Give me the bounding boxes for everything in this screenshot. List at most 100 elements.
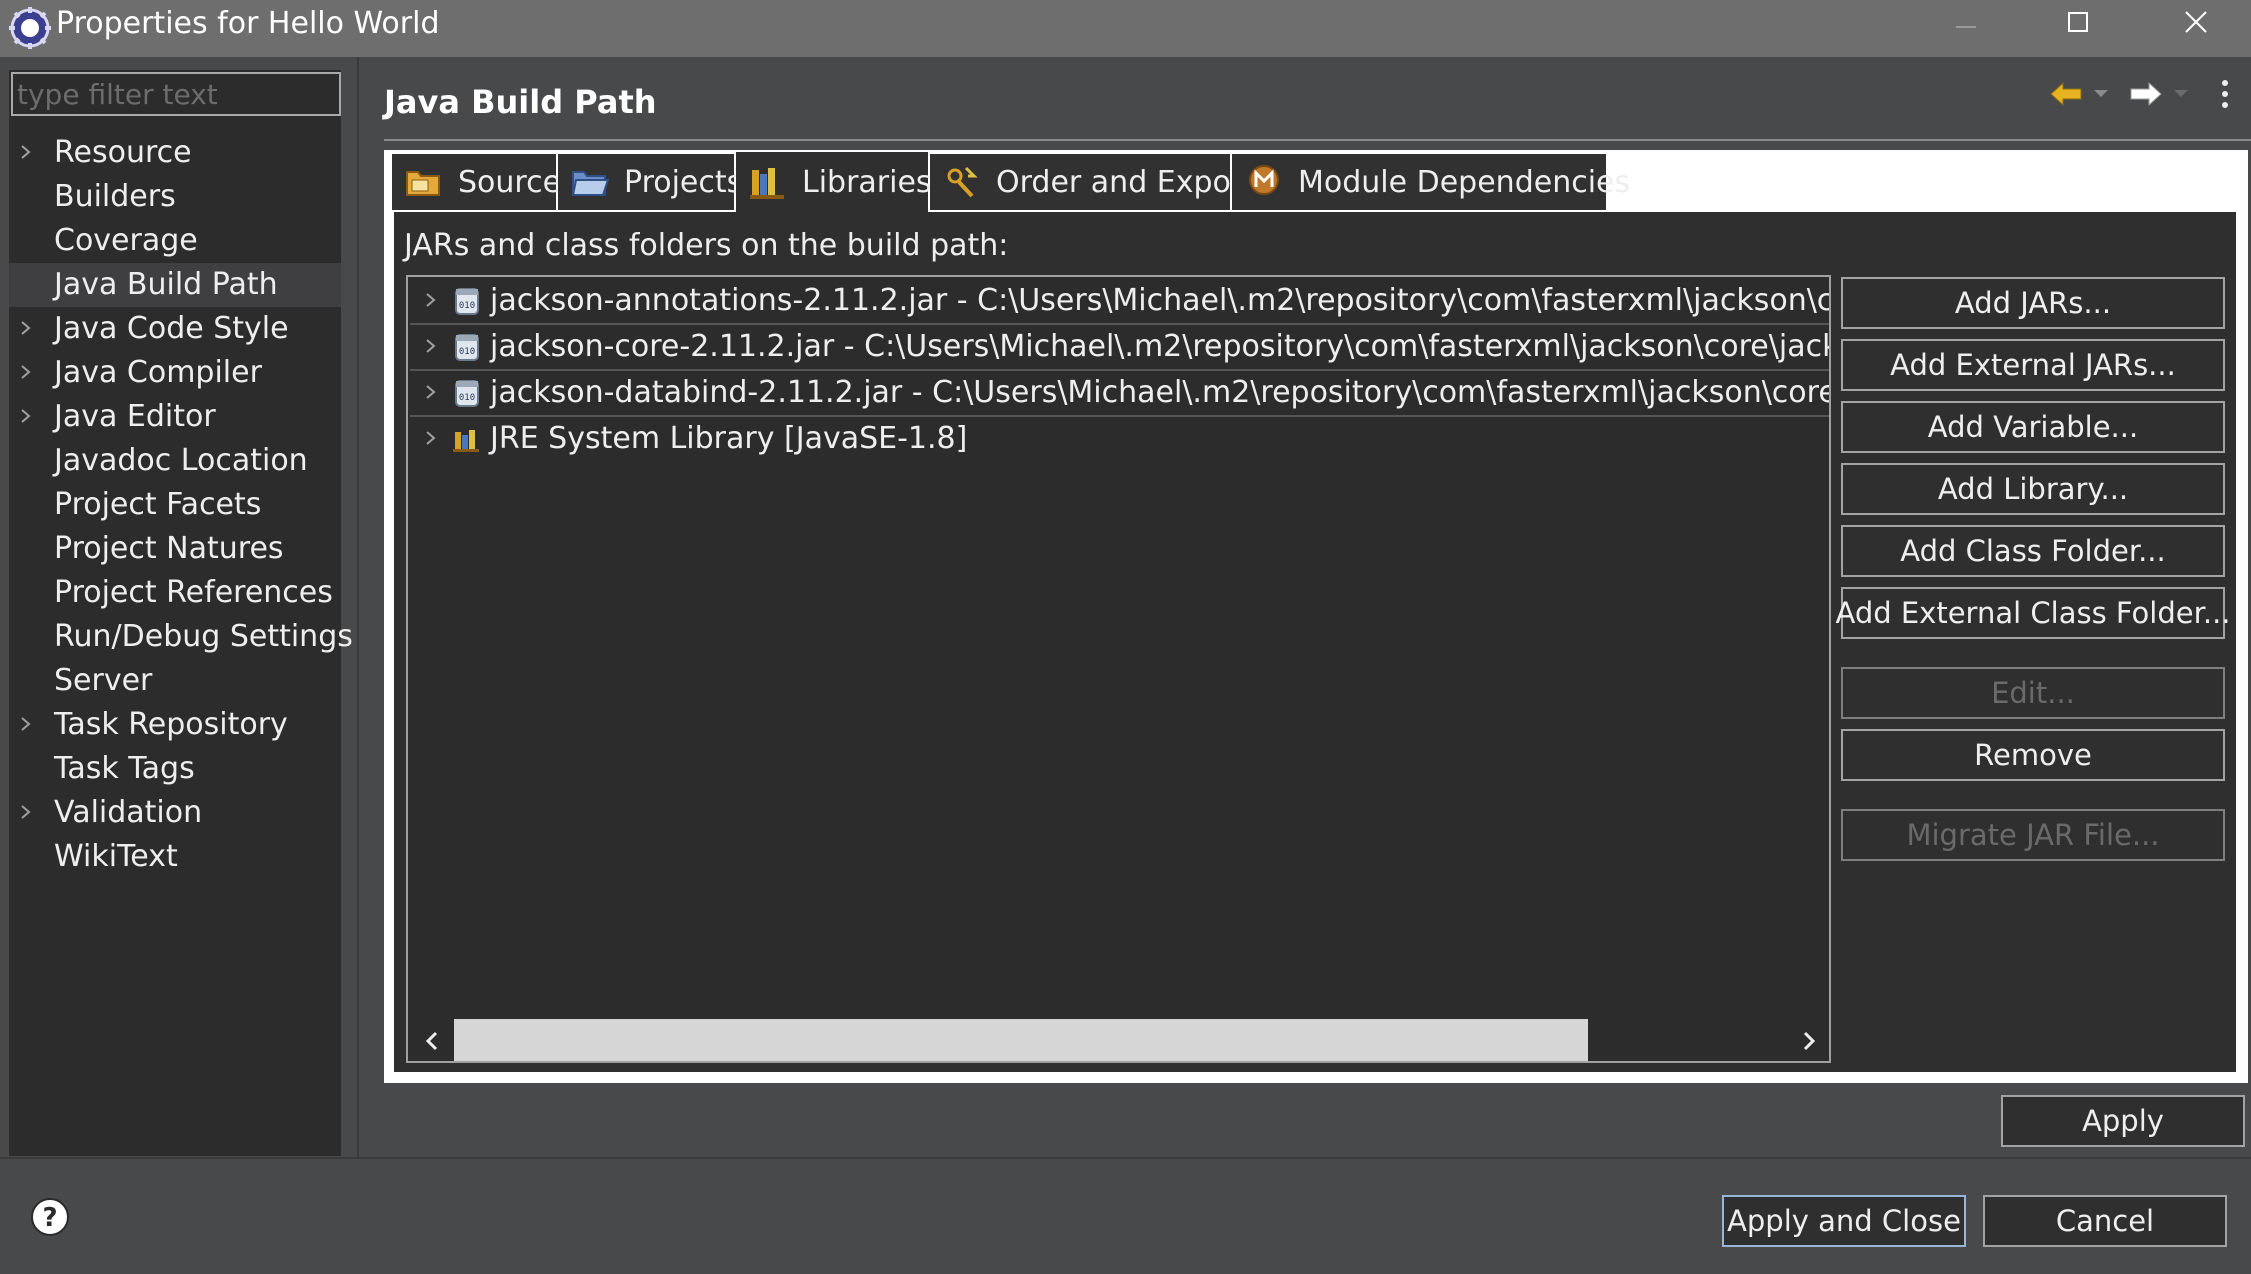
edit-button[interactable]: Edit... [1841, 667, 2225, 719]
add-variable-button[interactable]: Add Variable... [1841, 401, 2225, 453]
sidebar-item-task-repository[interactable]: Task Repository [9, 703, 341, 747]
sidebar-item-label: Project Natures [54, 531, 284, 566]
expand-icon[interactable] [19, 307, 33, 351]
cancel-button[interactable]: Cancel [1983, 1195, 2227, 1247]
sidebar-item-label: Java Code Style [54, 311, 289, 346]
apply-and-close-button[interactable]: Apply and Close [1722, 1195, 1966, 1247]
libraries-label: JARs and class folders on the build path… [404, 228, 1009, 263]
expand-icon[interactable] [19, 351, 33, 395]
scrollbar-thumb[interactable] [454, 1019, 1588, 1061]
sidebar-item-label: Java Compiler [54, 355, 262, 390]
chevron-down-icon [2174, 90, 2188, 97]
svg-text:010: 010 [459, 301, 475, 311]
back-menu-button[interactable] [2088, 72, 2114, 116]
tab-module-dependencies[interactable]: Module Dependencies [1232, 154, 1630, 210]
tab-order-and-export[interactable]: Order and Export [930, 154, 1255, 210]
expand-icon[interactable] [19, 131, 33, 175]
library-icon [453, 430, 479, 452]
view-menu-button[interactable] [2210, 72, 2240, 116]
sidebar-item-javadoc-location[interactable]: Javadoc Location [9, 439, 341, 483]
libraries-tree[interactable]: 010 jackson-annotations-2.11.2.jar - C:\… [406, 275, 1831, 1063]
add-external-class-folder-button[interactable]: Add External Class Folder... [1835, 587, 2231, 639]
expand-icon[interactable] [19, 703, 33, 747]
expand-icon[interactable] [424, 371, 438, 415]
expand-icon[interactable] [19, 791, 33, 835]
sidebar-item-resource[interactable]: Resource [9, 131, 341, 175]
close-icon [2185, 11, 2207, 33]
add-jars-button[interactable]: Add JARs... [1841, 277, 2225, 329]
expand-icon[interactable] [424, 325, 438, 369]
jar-icon: 010 [455, 288, 479, 315]
tree-row-jackson-core[interactable]: 010 jackson-core-2.11.2.jar - C:\Users\M… [410, 325, 1831, 369]
order-export-icon [947, 166, 978, 198]
close-button[interactable] [2150, 0, 2242, 44]
sidebar-item-task-tags[interactable]: Task Tags [9, 747, 341, 791]
header-divider [384, 139, 2251, 141]
add-class-folder-button[interactable]: Add Class Folder... [1841, 525, 2225, 577]
tab-label: Order and Export [996, 164, 1255, 200]
jar-icon: 010 [455, 380, 479, 407]
scroll-left-icon[interactable] [418, 1027, 446, 1055]
expand-icon[interactable] [424, 417, 438, 461]
horizontal-scrollbar[interactable] [410, 1019, 1829, 1061]
eclipse-icon [8, 6, 52, 50]
sidebar-item-validation[interactable]: Validation [9, 791, 341, 835]
sidebar-item-project-references[interactable]: Project References [9, 571, 341, 615]
sidebar-item-java-compiler[interactable]: Java Compiler [9, 351, 341, 395]
tree-row-jre-system-library[interactable]: JRE System Library [JavaSE-1.8] [410, 417, 1829, 461]
sidebar-item-label: Project References [54, 575, 333, 610]
sidebar-item-java-code-style[interactable]: Java Code Style [9, 307, 341, 351]
tab-source[interactable]: Source [392, 154, 561, 210]
sidebar-item-run-debug-settings[interactable]: Run/Debug Settings [9, 615, 353, 659]
help-icon[interactable]: ? [28, 1195, 72, 1239]
sidebar-item-label: Task Tags [54, 751, 195, 786]
sidebar-item-project-natures[interactable]: Project Natures [9, 527, 341, 571]
maximize-button[interactable] [2032, 0, 2124, 44]
expand-icon[interactable] [424, 279, 438, 323]
maximize-icon [2068, 12, 2088, 32]
forward-arrow-icon [2130, 81, 2162, 107]
tree-row-jackson-annotations[interactable]: 010 jackson-annotations-2.11.2.jar - C:\… [410, 279, 1829, 323]
add-library-button[interactable]: Add Library... [1841, 463, 2225, 515]
tree-row-label: JRE System Library [JavaSE-1.8] [490, 421, 968, 456]
svg-text:010: 010 [459, 393, 475, 403]
migrate-jar-button[interactable]: Migrate JAR File... [1841, 809, 2225, 861]
forward-menu-button[interactable] [2168, 72, 2194, 116]
window-title: Properties for Hello World [56, 6, 440, 41]
sidebar-item-label: Task Repository [54, 707, 288, 742]
module-icon [1249, 165, 1279, 195]
expand-icon[interactable] [19, 395, 33, 439]
apply-button[interactable]: Apply [2001, 1095, 2245, 1147]
minimize-button[interactable] [1920, 0, 2012, 44]
source-folder-icon [406, 171, 440, 196]
tab-libraries[interactable]: Libraries [736, 152, 932, 212]
svg-text:?: ? [42, 1203, 57, 1233]
sidebar-item-label: Project Facets [54, 487, 262, 522]
sidebar-item-label: Javadoc Location [54, 443, 308, 478]
back-button[interactable] [2046, 72, 2086, 116]
sidebar-item-label: Validation [54, 795, 203, 830]
scroll-right-icon[interactable] [1795, 1027, 1823, 1055]
sidebar-item-java-editor[interactable]: Java Editor [9, 395, 341, 439]
add-external-jars-button[interactable]: Add External JARs... [1841, 339, 2225, 391]
filter-input[interactable] [11, 72, 341, 116]
sidebar-item-java-build-path[interactable]: Java Build Path [9, 263, 341, 307]
sidebar-item-coverage[interactable]: Coverage [9, 219, 341, 263]
tree-row-jackson-databind[interactable]: 010 jackson-databind-2.11.2.jar - C:\Use… [410, 371, 1829, 415]
panel-splitter[interactable] [357, 57, 359, 1157]
forward-button[interactable] [2126, 72, 2166, 116]
remove-button[interactable]: Remove [1841, 729, 2225, 781]
tab-projects[interactable]: Projects [558, 154, 742, 210]
jar-icon: 010 [455, 334, 479, 361]
back-arrow-icon [2050, 81, 2082, 107]
sidebar-item-label: WikiText [54, 839, 178, 874]
libraries-icon [750, 168, 784, 199]
projects-folder-icon [571, 171, 610, 196]
sidebar-item-project-facets[interactable]: Project Facets [9, 483, 341, 527]
sidebar-item-wikitext[interactable]: WikiText [9, 835, 341, 879]
sidebar-item-server[interactable]: Server [9, 659, 341, 703]
tab-label: Libraries [802, 164, 932, 200]
tree-row-label: jackson-core-2.11.2.jar - C:\Users\Micha… [490, 329, 1831, 364]
sidebar-item-builders[interactable]: Builders [9, 175, 341, 219]
sidebar-item-label: Builders [54, 179, 176, 214]
